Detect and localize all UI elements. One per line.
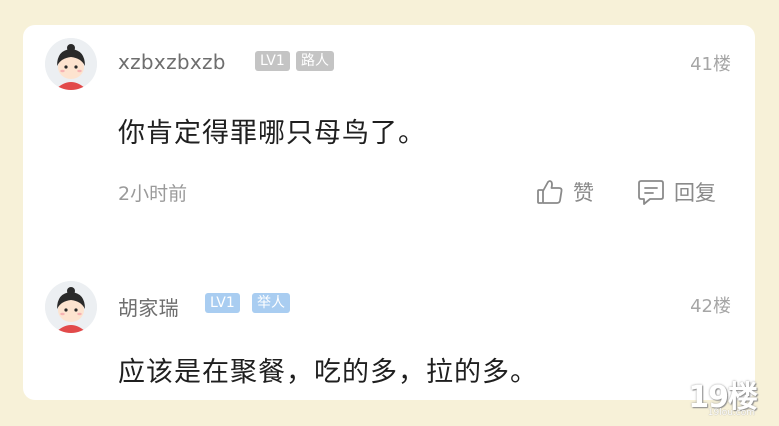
- comment-item: xzbxzbxzb LV1 路人 41楼 你肯定得罪哪只母鸟了。 2小时前 赞: [23, 25, 755, 245]
- reply-label: 回复: [674, 181, 716, 205]
- comment-text: 你肯定得罪哪只母鸟了。: [118, 118, 426, 149]
- floor-number: 41楼: [690, 54, 731, 75]
- like-button[interactable]: 赞: [535, 175, 594, 209]
- reply-button[interactable]: 回复: [636, 175, 716, 209]
- comment-text: 应该是在聚餐，吃的多，拉的多。: [118, 357, 538, 388]
- avatar[interactable]: [45, 38, 97, 90]
- site-watermark: 19楼 19lou.com: [677, 372, 758, 418]
- like-label: 赞: [573, 181, 594, 205]
- role-badge: 路人: [296, 51, 334, 71]
- comment-card: xzbxzbxzb LV1 路人 41楼 你肯定得罪哪只母鸟了。 2小时前 赞: [23, 25, 755, 400]
- comment-icon: [636, 177, 674, 207]
- thumbs-up-icon: [535, 177, 573, 207]
- avatar[interactable]: [45, 281, 97, 333]
- username[interactable]: 胡家瑞: [118, 292, 179, 321]
- watermark-domain: 19lou.com: [707, 408, 755, 418]
- role-badge: 举人: [252, 293, 290, 313]
- level-badge: LV1: [255, 51, 290, 71]
- comment-item: 胡家瑞 LV1 举人 42楼 应该是在聚餐，吃的多，拉的多。: [23, 265, 755, 400]
- username[interactable]: xzbxzbxzb: [118, 50, 226, 74]
- comment-time: 2小时前: [118, 183, 188, 205]
- level-badge: LV1: [205, 293, 240, 313]
- floor-number: 42楼: [690, 296, 731, 317]
